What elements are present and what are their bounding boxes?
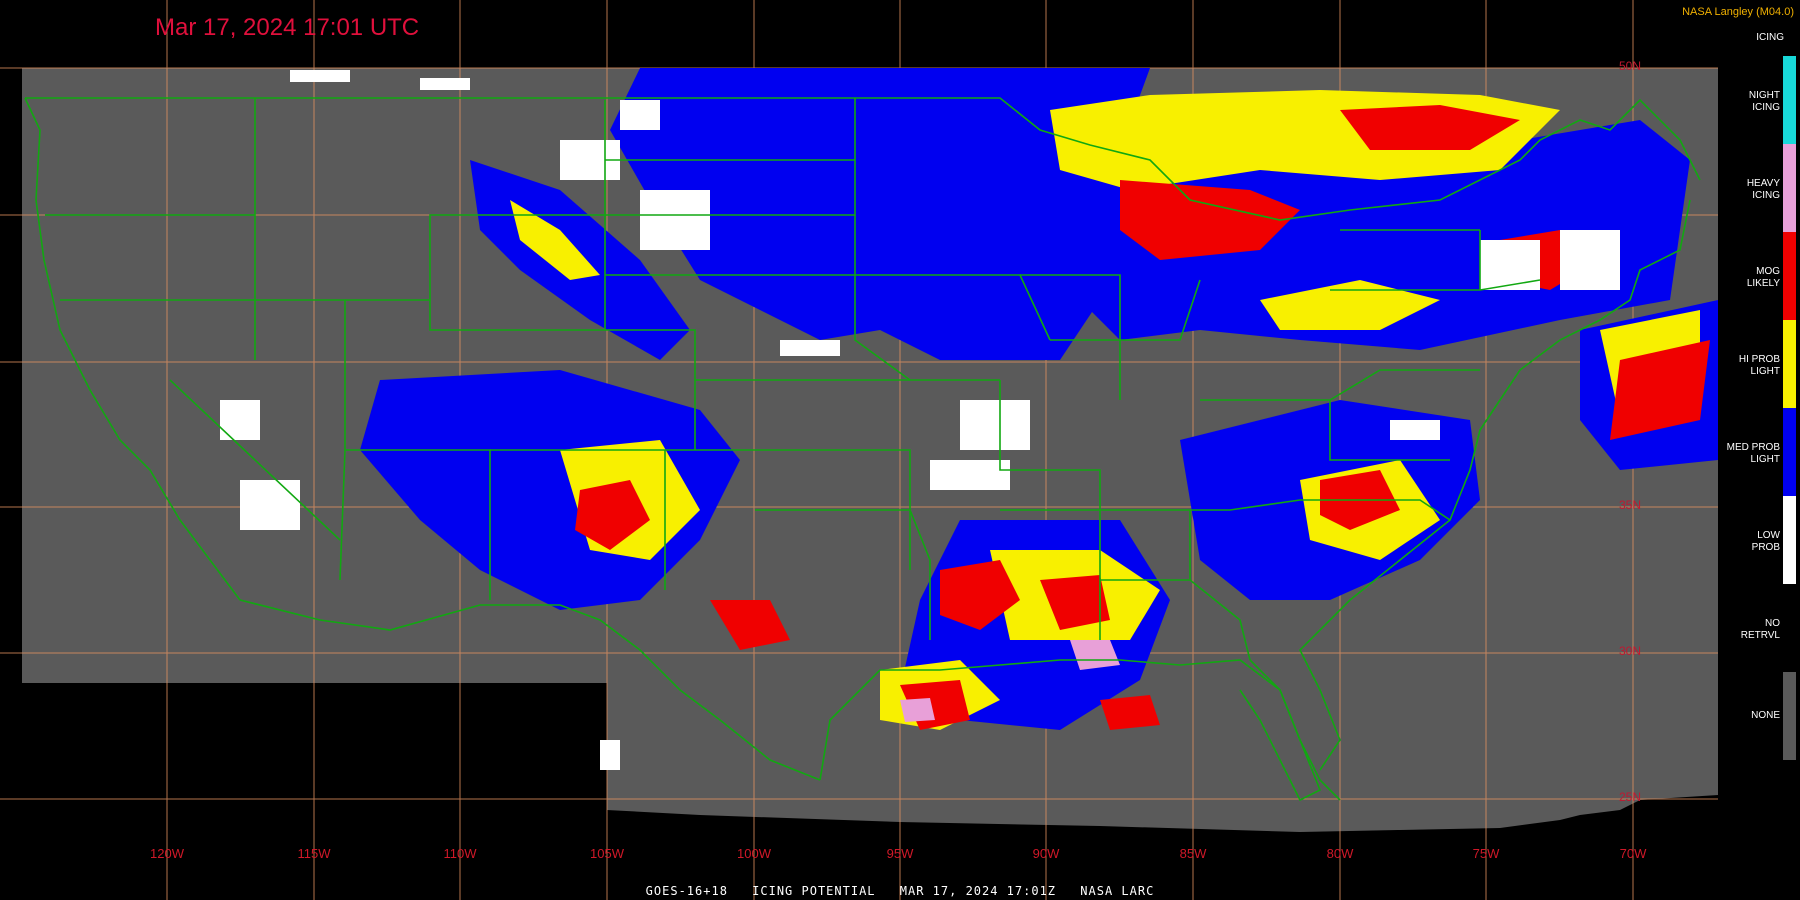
lon-label: 85W bbox=[1179, 846, 1207, 861]
lat-label: 25N bbox=[1619, 790, 1642, 804]
none-swatch bbox=[1783, 672, 1796, 760]
heavy-icing-swatch bbox=[1783, 144, 1796, 232]
med-prob-light-swatch bbox=[1783, 408, 1796, 496]
legend-item-med-prob-light: MED PROB LIGHT bbox=[1726, 442, 1780, 465]
legend-item-no-retrieval: NO RETRVL bbox=[1740, 618, 1780, 641]
lon-label: 100W bbox=[737, 846, 771, 861]
footer-caption: GOES-16+18 ICING POTENTIAL MAR 17, 2024 … bbox=[0, 884, 1800, 898]
icing-legend: ICING NIGHT ICING HEAVY ICING MOG LIKELY HI… bbox=[1718, 30, 1800, 770]
lon-label: 105W bbox=[590, 846, 624, 861]
lon-label: 115W bbox=[297, 846, 331, 861]
hi-prob-light-swatch bbox=[1783, 320, 1796, 408]
credit-label: NASA Langley (M04.0) bbox=[1682, 6, 1794, 18]
lon-label: 90W bbox=[1032, 846, 1060, 861]
night-icing-swatch bbox=[1783, 56, 1796, 144]
legend-title: ICING bbox=[1756, 32, 1784, 43]
legend-item-mog-likely: MOG LIKELY bbox=[1746, 266, 1780, 289]
legend-item-hi-prob-light: HI PROB LIGHT bbox=[1738, 354, 1780, 377]
footer-time: MAR 17, 2024 17:01Z bbox=[899, 884, 1057, 898]
legend-item-night-icing: NIGHT ICING bbox=[1748, 90, 1780, 113]
lon-label: 80W bbox=[1326, 846, 1354, 861]
lon-label: 95W bbox=[886, 846, 914, 861]
lat-label: 30N bbox=[1619, 644, 1642, 658]
lat-label: 35N bbox=[1619, 498, 1642, 512]
lon-label: 70W bbox=[1619, 846, 1647, 861]
icing-map bbox=[0, 0, 1718, 900]
lon-label: 120W bbox=[150, 846, 184, 861]
mog-likely-swatch bbox=[1783, 232, 1796, 320]
lat-label: 50N bbox=[1619, 59, 1642, 73]
legend-item-low-prob: LOW PROB bbox=[1751, 530, 1780, 553]
legend-item-heavy-icing: HEAVY ICING bbox=[1746, 178, 1780, 201]
footer-satellite: GOES-16+18 bbox=[645, 884, 728, 898]
lon-label: 75W bbox=[1472, 846, 1500, 861]
no-retrieval-swatch bbox=[1783, 584, 1796, 672]
legend-item-none: NONE bbox=[1751, 710, 1780, 721]
footer-product: ICING POTENTIAL bbox=[752, 884, 876, 898]
timestamp-title: Mar 17, 2024 17:01 UTC bbox=[155, 14, 420, 41]
low-prob-swatch bbox=[1783, 496, 1796, 584]
lon-label: 110W bbox=[443, 846, 477, 861]
footer-org: NASA LARC bbox=[1080, 884, 1155, 898]
